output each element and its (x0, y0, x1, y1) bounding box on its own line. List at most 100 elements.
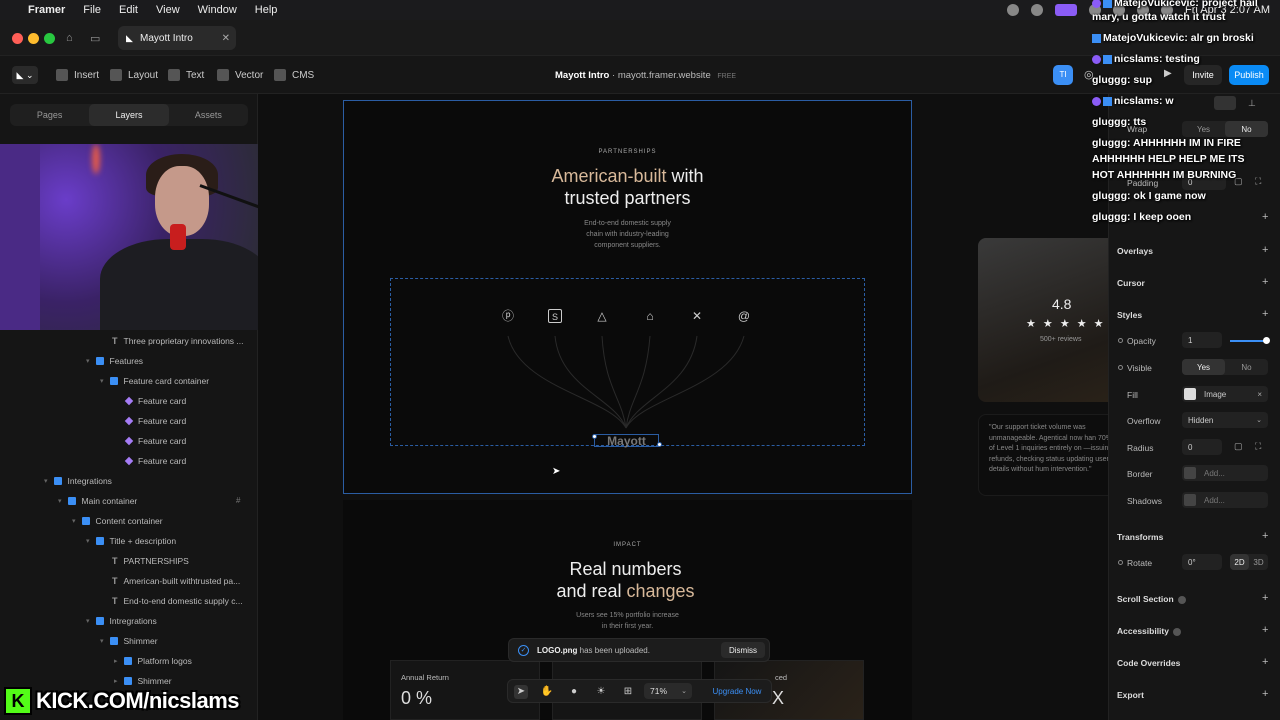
resize-handle[interactable] (592, 434, 597, 439)
rotate-mode-toggle[interactable]: 2D 3D (1230, 554, 1268, 570)
visible-no-option[interactable]: No (1225, 359, 1268, 375)
visible-variable-dot[interactable] (1118, 365, 1123, 370)
remove-fill-icon[interactable]: × (1257, 390, 1262, 399)
add-override-icon[interactable]: + (1262, 656, 1268, 668)
partnerships-heading[interactable]: American-built with trusted partners (343, 165, 912, 209)
layer-row[interactable]: ▾ Main container (58, 496, 137, 506)
menu-window[interactable]: Window (198, 4, 237, 16)
chevron-down-icon[interactable]: ▾ (86, 617, 90, 625)
scroll-section[interactable]: Scroll Section (1117, 594, 1186, 604)
radius-uniform-icon[interactable]: ▢ (1234, 441, 1243, 452)
layer-row[interactable]: Feature card (124, 396, 186, 406)
opacity-input[interactable]: 1 (1182, 332, 1222, 348)
layer-row[interactable]: T PARTNERSHIPS (112, 556, 189, 566)
wrap-no-option[interactable]: No (1225, 121, 1268, 137)
rotate-input[interactable]: 0° (1182, 554, 1222, 570)
mode-3d-option[interactable]: 3D (1249, 554, 1268, 570)
impact-subtitle[interactable]: Users see 15% portfolio increase in thei… (343, 610, 912, 632)
overflow-select[interactable]: Hidden ⌄ (1182, 412, 1268, 428)
sync-icon[interactable] (1031, 4, 1044, 16)
cms-button[interactable]: CMS (274, 69, 314, 81)
align-bottom-icon[interactable]: ⊥ (1248, 98, 1256, 109)
close-tab-icon[interactable]: ✕ (222, 33, 230, 44)
layer-row[interactable]: T End-to-end domestic supply c... (112, 596, 243, 606)
home-icon[interactable]: ⌂ (66, 32, 73, 44)
site-info[interactable]: Mayott Intro · mayott.framer.website FRE… (555, 70, 736, 81)
theme-toggle-icon[interactable]: ☀ (594, 685, 608, 699)
layer-row[interactable]: T Three proprietary innovations ... (112, 336, 244, 346)
layer-row[interactable]: ▾ Feature card container (100, 376, 209, 386)
chevron-right-icon[interactable]: ▸ (114, 657, 118, 665)
transforms-section[interactable]: Transforms (1117, 532, 1163, 542)
menu-app-name[interactable]: Framer (28, 4, 65, 16)
border-input[interactable]: Add... (1182, 465, 1268, 481)
add-overlay-icon[interactable]: + (1262, 244, 1268, 256)
fill-input[interactable]: Image × (1182, 386, 1268, 402)
zoom-window-button[interactable] (44, 33, 55, 44)
tab-assets[interactable]: Assets (169, 104, 248, 126)
chevron-down-icon[interactable]: ▾ (44, 477, 48, 485)
invite-button[interactable]: Invite (1184, 65, 1222, 85)
impact-heading[interactable]: Real numbers and real changes (343, 558, 908, 602)
tab-mayott-intro[interactable]: ◣ Mayott Intro ✕ (118, 26, 236, 50)
play-preview-icon[interactable]: ▶ (1164, 68, 1172, 79)
opacity-slider-handle[interactable] (1263, 337, 1270, 344)
shadows-input[interactable]: Add... (1182, 492, 1268, 508)
partnerships-subtitle[interactable]: End-to-end domestic supply chain with in… (343, 218, 912, 251)
padding-individual-icon[interactable]: ⛶ (1255, 176, 1261, 187)
upgrade-button[interactable]: Upgrade Now (706, 683, 768, 699)
styles-section[interactable]: Styles (1117, 310, 1142, 320)
layer-row[interactable]: ▾ Integrations (44, 476, 112, 486)
export-section[interactable]: Export (1117, 690, 1144, 700)
menu-view[interactable]: View (156, 4, 180, 16)
chevron-down-icon[interactable]: ▾ (72, 517, 76, 525)
add-accessibility-icon[interactable]: + (1262, 624, 1268, 636)
mode-2d-option[interactable]: 2D (1230, 554, 1249, 570)
inbox-icon[interactable]: ▭ (90, 32, 100, 45)
cursor-section[interactable]: Cursor (1117, 278, 1145, 288)
layout-button[interactable]: Layout (110, 69, 158, 81)
radius-individual-icon[interactable]: ⛶ (1255, 441, 1261, 452)
wrap-yes-option[interactable]: Yes (1182, 121, 1225, 137)
menu-help[interactable]: Help (255, 4, 278, 16)
tab-layers[interactable]: Layers (89, 104, 169, 126)
layer-row[interactable]: T American-built withtrusted pa... (112, 576, 240, 586)
align-button[interactable] (1214, 96, 1236, 110)
chevron-down-icon[interactable]: ▾ (86, 357, 90, 365)
add-effect-icon[interactable]: + (1262, 211, 1268, 223)
chevron-down-icon[interactable]: ▾ (100, 377, 104, 385)
resize-handle[interactable] (657, 442, 662, 447)
overlays-section[interactable]: Overlays (1117, 246, 1153, 256)
framer-menu-button[interactable]: ◣ ⌄ (12, 66, 38, 84)
chevron-down-icon[interactable]: ▾ (100, 637, 104, 645)
vector-button[interactable]: Vector (217, 69, 263, 81)
code-overrides-section[interactable]: Code Overrides (1117, 658, 1180, 668)
accessibility-section[interactable]: Accessibility (1117, 626, 1181, 636)
app-indicator-icon[interactable] (1055, 4, 1078, 16)
add-scroll-icon[interactable]: + (1262, 592, 1268, 604)
layer-row[interactable]: ▾ Intregrations (86, 616, 157, 626)
chevron-down-icon[interactable]: ▾ (58, 497, 62, 505)
layer-row[interactable]: Feature card (124, 416, 186, 426)
menu-edit[interactable]: Edit (119, 4, 138, 16)
radius-input[interactable]: 0 (1182, 439, 1222, 455)
tab-pages[interactable]: Pages (10, 104, 89, 126)
layer-row[interactable]: ▾ Shimmer (100, 636, 158, 646)
hand-tool-icon[interactable]: ✋ (540, 685, 554, 699)
wrap-toggle[interactable]: Yes No (1182, 121, 1268, 137)
impact-eyebrow[interactable]: IMPACT (343, 542, 912, 548)
add-export-icon[interactable]: + (1262, 688, 1268, 700)
minimize-window-button[interactable] (28, 33, 39, 44)
insert-button[interactable]: Insert (56, 69, 99, 81)
add-style-icon[interactable]: + (1262, 308, 1268, 320)
layer-row[interactable]: ▾ Content container (72, 516, 163, 526)
add-transform-icon[interactable]: + (1262, 530, 1268, 542)
close-window-button[interactable] (12, 33, 23, 44)
grid-icon[interactable]: ⊞ (621, 685, 635, 699)
select-tool-icon[interactable]: ➤ (514, 685, 528, 699)
dismiss-button[interactable]: Dismiss (721, 642, 765, 658)
rotate-variable-dot[interactable] (1118, 560, 1123, 565)
layer-row[interactable]: ▸ Shimmer (114, 676, 172, 686)
layer-row[interactable]: ▾ Features (86, 356, 143, 366)
mayott-logo[interactable]: Mayott (594, 434, 659, 447)
